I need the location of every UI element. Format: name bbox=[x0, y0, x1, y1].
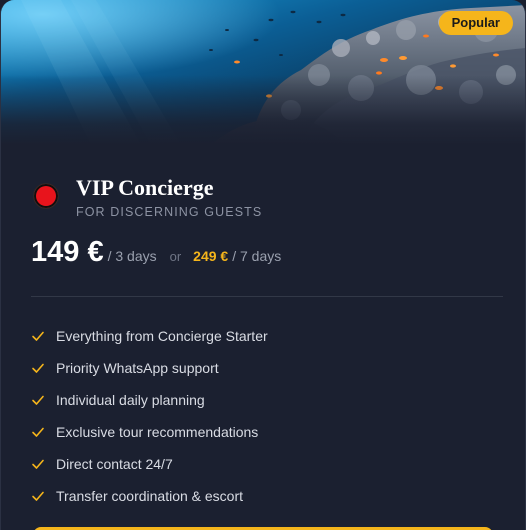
popular-badge: Popular bbox=[438, 11, 513, 35]
hero-fade bbox=[1, 75, 525, 145]
feature-item: Individual daily planning bbox=[31, 384, 268, 416]
plan-subtitle: FOR DISCERNING GUESTS bbox=[76, 205, 263, 219]
feature-item: Direct contact 24/7 bbox=[31, 448, 268, 480]
feature-label: Transfer coordination & escort bbox=[56, 488, 244, 504]
pricing-card: Popular VIP Concierge FOR DISCERNING GUE… bbox=[0, 0, 526, 530]
check-icon bbox=[32, 459, 44, 469]
check-icon bbox=[32, 331, 44, 341]
feature-label: Priority WhatsApp support bbox=[56, 360, 219, 376]
price-or: or bbox=[169, 249, 182, 264]
feature-label: Exclusive tour recommendations bbox=[56, 424, 259, 440]
price-row: 149 € / 3 days or 249 € / 7 days bbox=[31, 236, 281, 269]
price-main: 149 € bbox=[31, 236, 104, 268]
feature-label: Individual daily planning bbox=[56, 392, 205, 408]
check-icon bbox=[32, 363, 44, 373]
price-main-period: / 3 days bbox=[107, 248, 157, 264]
red-circle-icon bbox=[33, 183, 59, 209]
feature-item: Exclusive tour recommendations bbox=[31, 416, 268, 448]
plan-name: VIP Concierge bbox=[76, 175, 214, 200]
divider bbox=[31, 296, 503, 297]
price-alt: 249 € bbox=[193, 248, 229, 264]
check-icon bbox=[32, 395, 44, 405]
feature-label: Direct contact 24/7 bbox=[56, 456, 173, 472]
check-icon bbox=[32, 491, 44, 501]
check-icon bbox=[32, 427, 44, 437]
plan-title-block: VIP Concierge FOR DISCERNING GUESTS bbox=[76, 175, 263, 220]
price-alt-period: / 7 days bbox=[232, 248, 282, 264]
feature-label: Everything from Concierge Starter bbox=[56, 328, 268, 344]
feature-item: Transfer coordination & escort bbox=[31, 480, 268, 512]
feature-item: Priority WhatsApp support bbox=[31, 352, 268, 384]
plan-header: VIP Concierge FOR DISCERNING GUESTS bbox=[33, 176, 262, 219]
feature-list: Everything from Concierge Starter Priori… bbox=[31, 320, 268, 512]
feature-item: Everything from Concierge Starter bbox=[31, 320, 268, 352]
